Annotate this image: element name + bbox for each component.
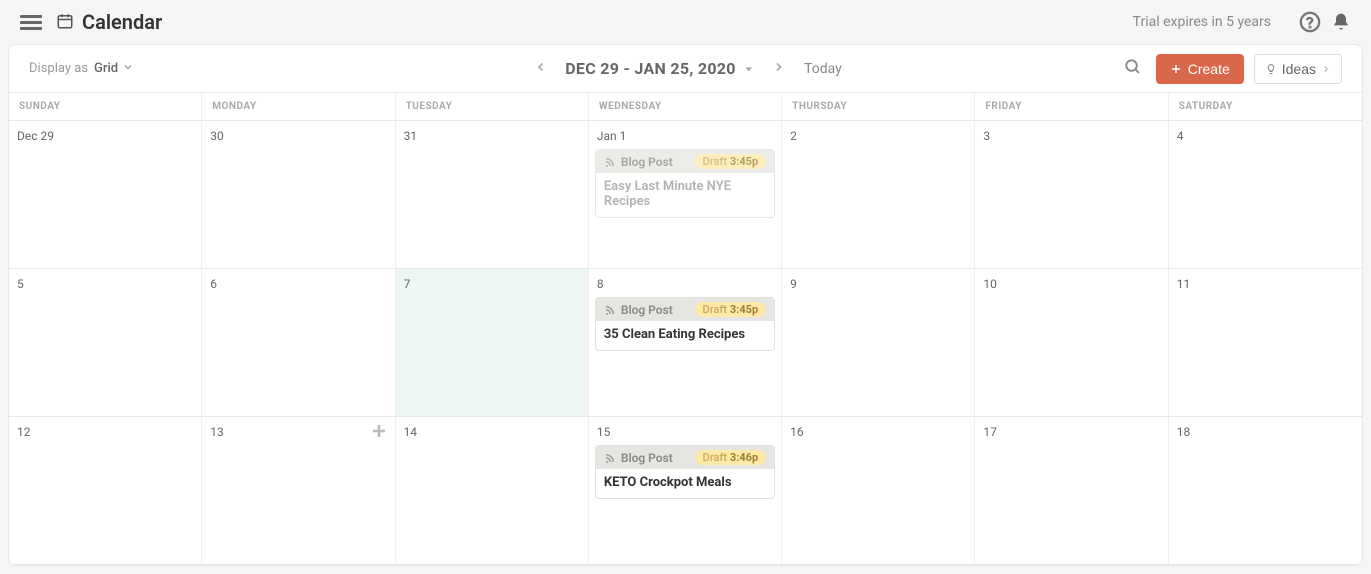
day-cell[interactable]: 18 [1169, 417, 1362, 564]
display-as-label: Display as [29, 61, 88, 76]
day-number: 5 [15, 275, 195, 293]
event-type-label: Blog Post [621, 451, 695, 465]
search-icon[interactable] [1120, 54, 1146, 84]
calendar-icon [56, 12, 74, 34]
day-header: MONDAY [202, 93, 395, 120]
day-cell[interactable]: 4 [1169, 121, 1362, 268]
day-cell[interactable]: 16 [782, 417, 975, 564]
event-card[interactable]: Blog PostDraft 3:45p 35 Clean Eating Reci… [595, 297, 775, 351]
day-cell[interactable]: 9 [782, 269, 975, 416]
day-number: 2 [788, 127, 968, 145]
day-cell[interactable]: 10 [975, 269, 1168, 416]
event-title: KETO Crockpot Meals [596, 469, 774, 498]
chevron-down-icon[interactable] [122, 61, 134, 77]
day-header: FRIDAY [975, 93, 1168, 120]
day-header: SATURDAY [1169, 93, 1362, 120]
ideas-button[interactable]: Ideas [1254, 54, 1342, 84]
day-cell[interactable]: 8 Blog PostDraft 3:45p 35 Clean Eating Rec… [589, 269, 782, 416]
day-number: 18 [1175, 423, 1356, 441]
add-event-icon[interactable] [371, 423, 387, 443]
rss-icon [604, 156, 616, 168]
day-number: 13 [208, 423, 388, 441]
day-cell[interactable]: 30 [202, 121, 395, 268]
day-header: WEDNESDAY [589, 93, 782, 120]
day-cell[interactable]: Jan 1 Blog PostDraft 3:45p Easy Last Minut… [589, 121, 782, 268]
prev-period-button[interactable] [529, 54, 551, 84]
day-cell[interactable]: 3 [975, 121, 1168, 268]
day-cell[interactable]: 5 [9, 269, 202, 416]
day-cell[interactable]: 13 [202, 417, 395, 564]
day-cell[interactable]: 31 [396, 121, 589, 268]
day-number: 14 [402, 423, 582, 441]
day-cell[interactable]: 6 [202, 269, 395, 416]
event-type-label: Blog Post [621, 303, 695, 317]
event-card[interactable]: Blog PostDraft 3:46p KETO Crockpot Meals [595, 445, 775, 499]
display-as-value[interactable]: Grid [94, 61, 118, 76]
day-cell[interactable]: 2 [782, 121, 975, 268]
day-number: 4 [1175, 127, 1356, 145]
rss-icon [604, 304, 616, 316]
day-number: 16 [788, 423, 968, 441]
day-number: 11 [1175, 275, 1356, 293]
day-number: 10 [981, 275, 1161, 293]
day-number: 15 [595, 423, 775, 441]
page-title: Calendar [82, 10, 162, 34]
day-header: THURSDAY [782, 93, 975, 120]
day-number: 12 [15, 423, 195, 441]
day-cell[interactable]: 12 [9, 417, 202, 564]
rss-icon [604, 452, 616, 464]
ideas-button-label: Ideas [1282, 61, 1316, 77]
event-type-label: Blog Post [621, 155, 695, 169]
status-pill: Draft 3:45p [695, 154, 767, 169]
help-icon[interactable] [1299, 11, 1321, 33]
day-number: 31 [402, 127, 582, 145]
date-range-label[interactable]: DEC 29 - JAN 25, 2020 [565, 59, 754, 78]
today-button[interactable]: Today [804, 61, 842, 77]
day-number: Jan 1 [595, 127, 775, 145]
event-title: 35 Clean Eating Recipes [596, 321, 774, 350]
day-number: 6 [208, 275, 388, 293]
event-title: Easy Last Minute NYE Recipes [596, 173, 774, 217]
day-header: SUNDAY [9, 93, 202, 120]
day-cell[interactable]: 11 [1169, 269, 1362, 416]
status-pill: Draft 3:45p [695, 302, 767, 317]
next-period-button[interactable] [768, 54, 790, 84]
day-number: 8 [595, 275, 775, 293]
day-number: 3 [981, 127, 1161, 145]
bell-icon[interactable] [1331, 11, 1351, 33]
day-number: 7 [402, 275, 582, 293]
day-cell[interactable]: 7 [396, 269, 589, 416]
trial-expiry-text: Trial expires in 5 years [1133, 14, 1271, 30]
day-cell[interactable]: 17 [975, 417, 1168, 564]
event-card[interactable]: Blog PostDraft 3:45p Easy Last Minute NYE… [595, 149, 775, 218]
day-number: 9 [788, 275, 968, 293]
day-number: 17 [981, 423, 1161, 441]
date-range-text: DEC 29 - JAN 25, 2020 [565, 59, 736, 78]
create-button-label: Create [1188, 61, 1230, 77]
day-header: TUESDAY [396, 93, 589, 120]
status-pill: Draft 3:46p [695, 450, 767, 465]
day-number: Dec 29 [15, 127, 195, 145]
day-cell[interactable]: Dec 29 [9, 121, 202, 268]
day-number: 30 [208, 127, 388, 145]
day-cell[interactable]: 14 [396, 417, 589, 564]
create-button[interactable]: Create [1156, 54, 1244, 84]
menu-button[interactable] [20, 12, 42, 33]
day-cell[interactable]: 15 Blog PostDraft 3:46p KETO Crockpot Meal… [589, 417, 782, 564]
